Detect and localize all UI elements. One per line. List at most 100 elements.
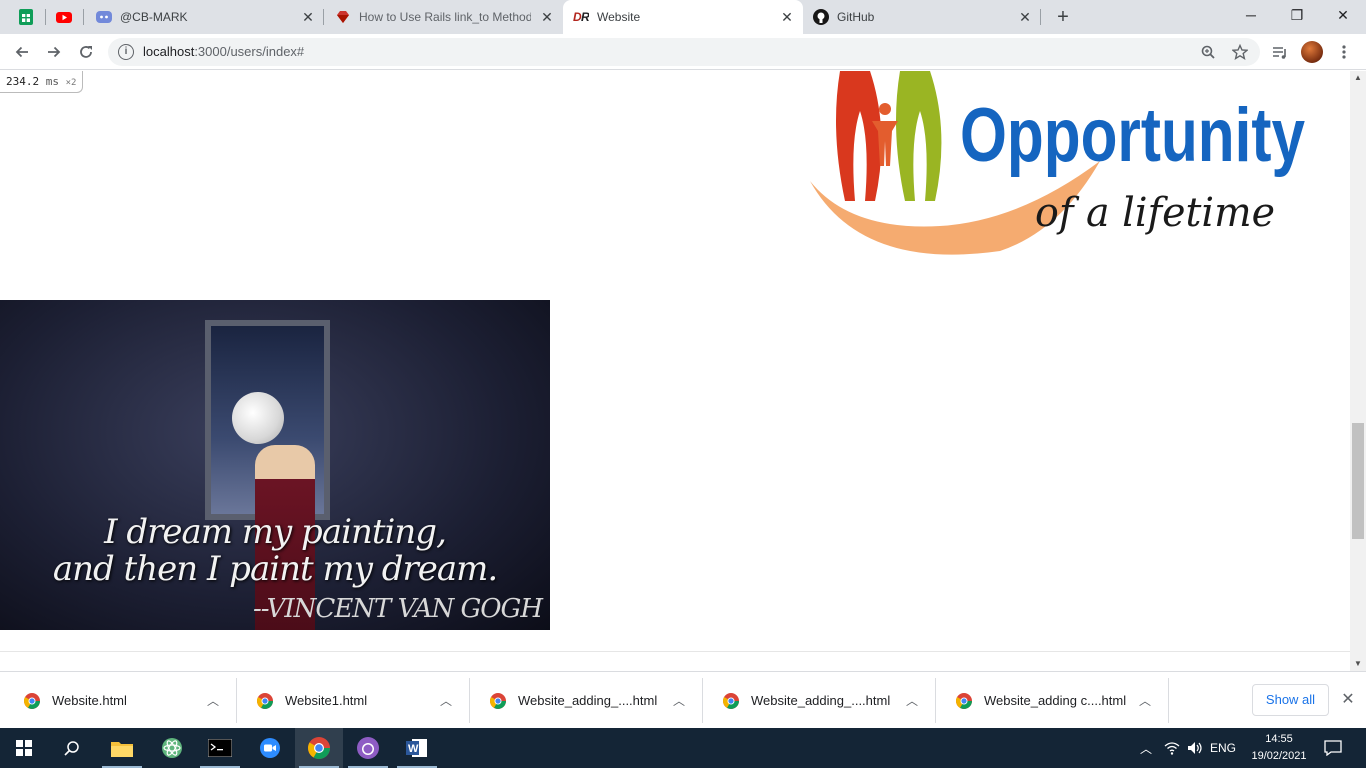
tab-website[interactable]: DR Website ✕ [563, 0, 803, 34]
chrome-icon [490, 692, 506, 709]
chevron-up-icon[interactable]: ︿ [902, 692, 922, 709]
media-controls-button[interactable] [1266, 38, 1294, 66]
van-gogh-quote-image: I dream my painting, and then I paint my… [0, 300, 550, 630]
quote-line-2: and then I paint my dream. [52, 549, 498, 589]
clock[interactable]: 14:55 19/02/2021 [1240, 731, 1318, 765]
chrome-icon [723, 692, 739, 709]
tray-chevron-up-icon[interactable]: ︿ [1136, 728, 1156, 768]
taskbar-atom[interactable] [148, 728, 196, 768]
clock-date: 19/02/2021 [1251, 750, 1307, 762]
info-icon[interactable]: i [118, 44, 134, 60]
browser-toolbar: i localhost:3000/users/index# [0, 34, 1366, 70]
chevron-up-icon[interactable]: ︿ [203, 692, 223, 709]
chrome-icon [956, 692, 972, 709]
volume-icon[interactable] [1184, 728, 1206, 768]
tab-rails-link-to[interactable]: How to Use Rails link_to Method ✕ [325, 0, 563, 34]
tab-github[interactable]: GitHub ✕ [803, 0, 1041, 34]
reload-icon [80, 46, 92, 58]
new-tab-button[interactable]: + [1052, 6, 1074, 28]
download-shelf: Website.html ︿ Website1.html ︿ Website_a… [0, 671, 1366, 728]
zoom-icon[interactable] [1200, 44, 1216, 60]
atom-icon [162, 738, 182, 758]
scroll-up-icon[interactable]: ▲ [1350, 71, 1366, 85]
menu-button[interactable] [1330, 38, 1358, 66]
start-button[interactable] [0, 728, 48, 768]
scroll-down-icon[interactable]: ▼ [1350, 657, 1366, 671]
perf-value: 234.2 [6, 75, 40, 88]
github-icon [813, 9, 829, 25]
playlist-icon [1273, 47, 1286, 59]
scroll-thumb[interactable] [1352, 423, 1364, 539]
search-button[interactable] [48, 728, 96, 768]
close-window-button[interactable]: ✕ [1320, 0, 1366, 30]
quote-author: --VINCENT VAN GOGH [252, 594, 543, 624]
perf-badge[interactable]: 234.2 ms ×2 [0, 71, 84, 93]
back-button[interactable] [8, 38, 36, 66]
arrow-left-icon [15, 46, 28, 58]
clock-time: 14:55 [1265, 733, 1293, 745]
perf-unit: ms [45, 75, 59, 88]
logo-word: Opportunity [960, 93, 1305, 178]
vertical-scrollbar[interactable]: ▲ ▼ [1350, 71, 1366, 671]
avatar [1301, 41, 1323, 63]
chevron-up-icon[interactable]: ︿ [436, 692, 456, 709]
google-sheets-icon [18, 9, 34, 25]
download-item[interactable]: Website_adding_....html ︿ [470, 678, 703, 723]
close-tab-icon[interactable]: ✕ [779, 9, 795, 25]
tab-discord[interactable]: @CB-MARK ✕ [86, 0, 324, 34]
download-name: Website1.html [285, 693, 368, 708]
url-text[interactable]: localhost:3000/users/index# [143, 44, 304, 59]
taskbar-chrome[interactable] [295, 728, 343, 768]
windows-icon [16, 740, 32, 756]
moon [232, 392, 284, 444]
download-name: Website_adding c....html [984, 693, 1127, 708]
tab-title: Website [597, 10, 641, 24]
show-all-button[interactable]: Show all [1252, 684, 1329, 716]
tab-title: @CB-MARK [120, 10, 188, 24]
ruby-icon [335, 9, 351, 25]
minimize-button[interactable]: ─ [1228, 0, 1274, 30]
svg-text:W: W [408, 743, 419, 755]
terminal-icon [208, 739, 232, 757]
notifications-icon[interactable] [1318, 728, 1348, 768]
tab-title: GitHub [837, 10, 875, 24]
profile-avatar-button[interactable] [1298, 38, 1326, 66]
restore-button[interactable]: ❐ [1274, 0, 1320, 30]
close-tab-icon[interactable]: ✕ [539, 9, 555, 25]
chrome-icon [308, 737, 330, 759]
language-indicator[interactable]: ENG [1208, 728, 1238, 768]
taskbar-github-desktop[interactable] [344, 728, 392, 768]
taskbar-zoom[interactable] [246, 728, 294, 768]
chevron-up-icon[interactable]: ︿ [1135, 692, 1155, 709]
close-shelf-icon[interactable]: ✕ [1338, 690, 1358, 710]
github-desktop-icon [357, 737, 379, 759]
folder-icon [111, 742, 133, 757]
close-tab-icon[interactable]: ✕ [300, 9, 316, 25]
search-icon [64, 741, 79, 756]
taskbar-file-explorer[interactable] [98, 728, 146, 768]
reload-button[interactable] [72, 38, 100, 66]
tab-google-sheets[interactable] [8, 0, 46, 34]
tab-youtube[interactable] [46, 0, 84, 34]
wifi-icon[interactable] [1160, 728, 1184, 768]
chrome-icon [257, 692, 273, 709]
taskbar-word[interactable]: W [393, 728, 441, 768]
opportunity-logo: Opportunity of a lifetime [810, 71, 1305, 255]
close-tab-icon[interactable]: ✕ [1017, 9, 1033, 25]
divider [0, 651, 1350, 652]
download-item[interactable]: Website1.html ︿ [237, 678, 470, 723]
bookmark-star-icon[interactable] [1232, 44, 1248, 60]
chevron-up-icon[interactable]: ︿ [669, 692, 689, 709]
download-item[interactable]: Website_adding_....html ︿ [703, 678, 936, 723]
download-item[interactable]: Website_adding c....html ︿ [936, 678, 1169, 723]
download-name: Website.html [52, 693, 127, 708]
address-bar[interactable]: i localhost:3000/users/index# [108, 38, 1260, 66]
quote-line-1: I dream my painting, [104, 512, 447, 552]
windows-taskbar: W ︿ ENG 14:55 19/02/2021 [0, 728, 1366, 768]
download-name: Website_adding_....html [751, 693, 891, 708]
download-item[interactable]: Website.html ︿ [4, 678, 237, 723]
forward-button[interactable] [40, 38, 68, 66]
url-path: :3000/users/index# [194, 44, 305, 59]
taskbar-terminal[interactable] [196, 728, 244, 768]
more-vert-icon [1342, 45, 1346, 59]
